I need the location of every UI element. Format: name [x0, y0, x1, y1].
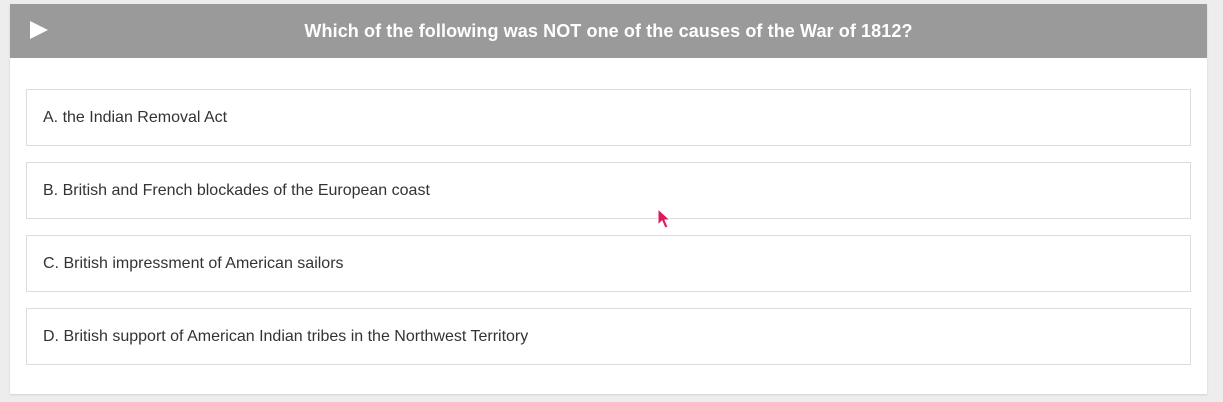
question-text: Which of the following was NOT one of th…: [304, 21, 913, 41]
quiz-card: Which of the following was NOT one of th…: [10, 4, 1207, 394]
option-d[interactable]: D. British support of American Indian tr…: [26, 308, 1191, 365]
option-b[interactable]: B. British and French blockades of the E…: [26, 162, 1191, 219]
mouse-cursor-icon: [657, 208, 671, 229]
answer-options: A. the Indian Removal Act B. British and…: [26, 89, 1191, 381]
option-c[interactable]: C. British impressment of American sailo…: [26, 235, 1191, 292]
option-a[interactable]: A. the Indian Removal Act: [26, 89, 1191, 146]
question-header: Which of the following was NOT one of th…: [10, 4, 1207, 58]
